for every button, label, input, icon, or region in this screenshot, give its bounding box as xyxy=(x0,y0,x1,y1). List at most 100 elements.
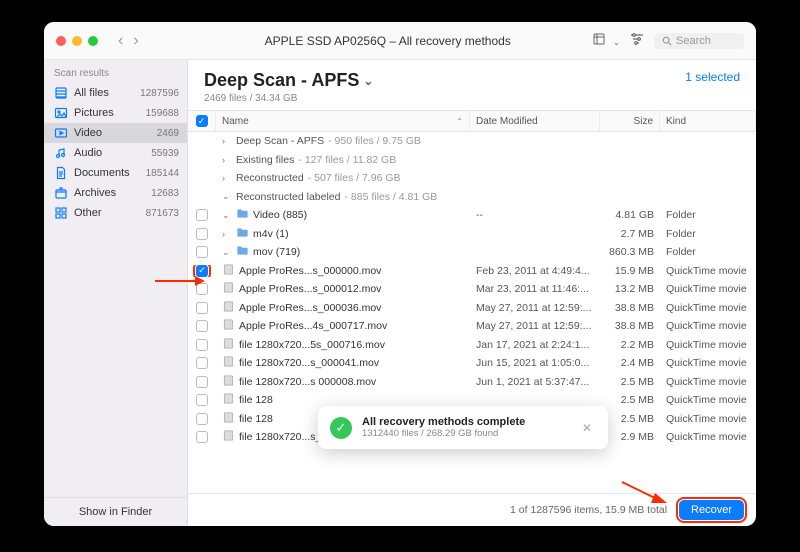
main-subtitle: 2469 files / 34.34 GB xyxy=(204,93,373,104)
row-checkbox[interactable] xyxy=(196,413,208,425)
file-icon xyxy=(222,392,235,405)
table-row[interactable]: file 1280x720...s_000041.movJun 15, 2021… xyxy=(188,354,756,373)
col-checkbox[interactable] xyxy=(188,111,216,131)
sidebar-item-count: 55939 xyxy=(151,148,179,159)
allfiles-icon xyxy=(54,86,68,100)
row-checkbox[interactable] xyxy=(196,302,208,314)
nav-forward-button[interactable]: › xyxy=(129,30,142,52)
disclosure-triangle[interactable]: ⌄ xyxy=(222,210,232,221)
sidebar-item-documents[interactable]: Documents185144 xyxy=(44,163,187,183)
search-input[interactable]: Search xyxy=(654,33,744,49)
folder-icon xyxy=(236,244,249,257)
table-row[interactable]: Apple ProRes...s_000000.movFeb 23, 2011 … xyxy=(188,262,756,281)
audio-icon xyxy=(54,146,68,160)
disclosure-triangle[interactable]: ⌄ xyxy=(222,247,232,258)
sidebar-item-label: Video xyxy=(74,127,151,139)
file-icon xyxy=(222,263,235,276)
footer: 1 of 1287596 items, 15.9 MB total Recove… xyxy=(188,493,756,526)
sidebar-item-all-files[interactable]: All files 1287596 xyxy=(44,83,187,103)
file-list[interactable]: ›Deep Scan - APFS - 950 files / 9.75 GB›… xyxy=(188,132,756,493)
recover-button[interactable]: Recover xyxy=(679,500,744,520)
main-panel: Deep Scan - APFS⌄ 2469 files / 34.34 GB … xyxy=(188,60,756,526)
completion-toast: ✓ All recovery methods complete 1312440 … xyxy=(318,406,608,449)
nav-back-button[interactable]: ‹ xyxy=(114,30,127,52)
fullscreen-window-button[interactable] xyxy=(88,36,98,46)
sidebar-item-label: Documents xyxy=(74,167,140,179)
col-kind[interactable]: Kind xyxy=(660,111,756,131)
show-in-finder-button[interactable]: Show in Finder xyxy=(44,497,187,526)
sidebar-item-count: 871673 xyxy=(146,208,179,219)
row-checkbox[interactable] xyxy=(196,394,208,406)
sidebar-item-label: All files xyxy=(74,87,134,99)
sidebar-header: Scan results xyxy=(44,60,187,83)
sidebar-item-label: Audio xyxy=(74,147,145,159)
select-all-checkbox[interactable] xyxy=(196,115,208,127)
row-checkbox[interactable] xyxy=(196,265,208,277)
pictures-icon xyxy=(54,106,68,120)
table-row[interactable]: ›Reconstructed - 507 files / 7.96 GB xyxy=(188,169,756,188)
file-icon xyxy=(222,337,235,350)
disclosure-triangle[interactable]: › xyxy=(222,229,232,239)
main-title[interactable]: Deep Scan - APFS⌄ xyxy=(204,70,373,91)
sidebar-item-video[interactable]: Video 2469 xyxy=(44,123,187,143)
table-row[interactable]: Apple ProRes...s_000012.movMar 23, 2011 … xyxy=(188,280,756,299)
sidebar: Scan results All files 1287596Pictures 159… xyxy=(44,60,188,526)
disclosure-triangle[interactable]: ⌄ xyxy=(222,191,232,202)
window-title: APPLE SSD AP0256Q – All recovery methods xyxy=(191,34,585,48)
col-name[interactable]: Name⌃ xyxy=(216,111,470,131)
file-icon xyxy=(222,411,235,424)
view-mode-button[interactable]: ⌄ xyxy=(593,32,620,50)
table-row[interactable]: ›Existing files - 127 files / 11.82 GB xyxy=(188,151,756,170)
body: Scan results All files 1287596Pictures 159… xyxy=(44,60,756,526)
disclosure-triangle[interactable]: › xyxy=(222,173,232,183)
table-row[interactable]: file 1280x720...5s_000716.movJan 17, 202… xyxy=(188,336,756,355)
close-window-button[interactable] xyxy=(56,36,66,46)
table-row[interactable]: ⌄Video (885)--4.81 GBFolder xyxy=(188,206,756,225)
row-checkbox[interactable] xyxy=(196,431,208,443)
filter-icon[interactable] xyxy=(630,32,644,50)
table-row[interactable]: ›Deep Scan - APFS - 950 files / 9.75 GB xyxy=(188,132,756,151)
check-icon: ✓ xyxy=(330,417,352,439)
toast-subtitle: 1312440 files / 268.29 GB found xyxy=(362,428,568,439)
col-size[interactable]: Size xyxy=(600,111,660,131)
toast-close-button[interactable]: ✕ xyxy=(578,419,596,437)
col-date[interactable]: Date Modified xyxy=(470,111,600,131)
disclosure-triangle[interactable]: › xyxy=(222,155,232,165)
sidebar-item-archives[interactable]: Archives12683 xyxy=(44,183,187,203)
row-checkbox[interactable] xyxy=(196,209,208,221)
row-checkbox[interactable] xyxy=(196,320,208,332)
row-checkbox[interactable] xyxy=(196,357,208,369)
traffic-lights xyxy=(56,36,98,46)
table-row[interactable]: ›m4v (1)2.7 MBFolder xyxy=(188,225,756,244)
table-row[interactable]: Apple ProRes...s_000036.movMay 27, 2011 … xyxy=(188,299,756,318)
file-icon xyxy=(222,300,235,313)
row-checkbox[interactable] xyxy=(196,283,208,295)
table-row[interactable]: Apple ProRes...4s_000717.movMay 27, 2011… xyxy=(188,317,756,336)
documents-icon xyxy=(54,166,68,180)
disclosure-triangle[interactable]: › xyxy=(222,136,232,146)
nav-arrows: ‹ › xyxy=(114,30,143,52)
row-checkbox[interactable] xyxy=(196,376,208,388)
row-checkbox[interactable] xyxy=(196,339,208,351)
main-header: Deep Scan - APFS⌄ 2469 files / 34.34 GB … xyxy=(188,60,756,110)
sidebar-item-other[interactable]: Other871673 xyxy=(44,203,187,223)
selected-count[interactable]: 1 selected xyxy=(685,70,740,84)
sidebar-item-pictures[interactable]: Pictures 159688 xyxy=(44,103,187,123)
row-checkbox[interactable] xyxy=(196,246,208,258)
table-row[interactable]: file 1280x720...s 000008.movJun 1, 2021 … xyxy=(188,373,756,392)
toast-title: All recovery methods complete xyxy=(362,416,568,428)
sidebar-item-label: Pictures xyxy=(74,107,140,119)
table-row[interactable]: ⌄mov (719)860.3 MBFolder xyxy=(188,243,756,262)
table-row[interactable]: ⌄Reconstructed labeled - 885 files / 4.8… xyxy=(188,188,756,207)
sidebar-item-count: 2469 xyxy=(157,128,179,139)
row-checkbox[interactable] xyxy=(196,228,208,240)
file-icon xyxy=(222,318,235,331)
toolbar-right: ⌄ Search xyxy=(593,32,744,50)
sidebar-item-count: 1287596 xyxy=(140,88,179,99)
minimize-window-button[interactable] xyxy=(72,36,82,46)
sidebar-item-audio[interactable]: Audio 55939 xyxy=(44,143,187,163)
search-placeholder: Search xyxy=(676,35,711,47)
chevron-down-icon: ⌄ xyxy=(363,74,373,88)
video-icon xyxy=(54,126,68,140)
sidebar-item-count: 159688 xyxy=(146,108,179,119)
